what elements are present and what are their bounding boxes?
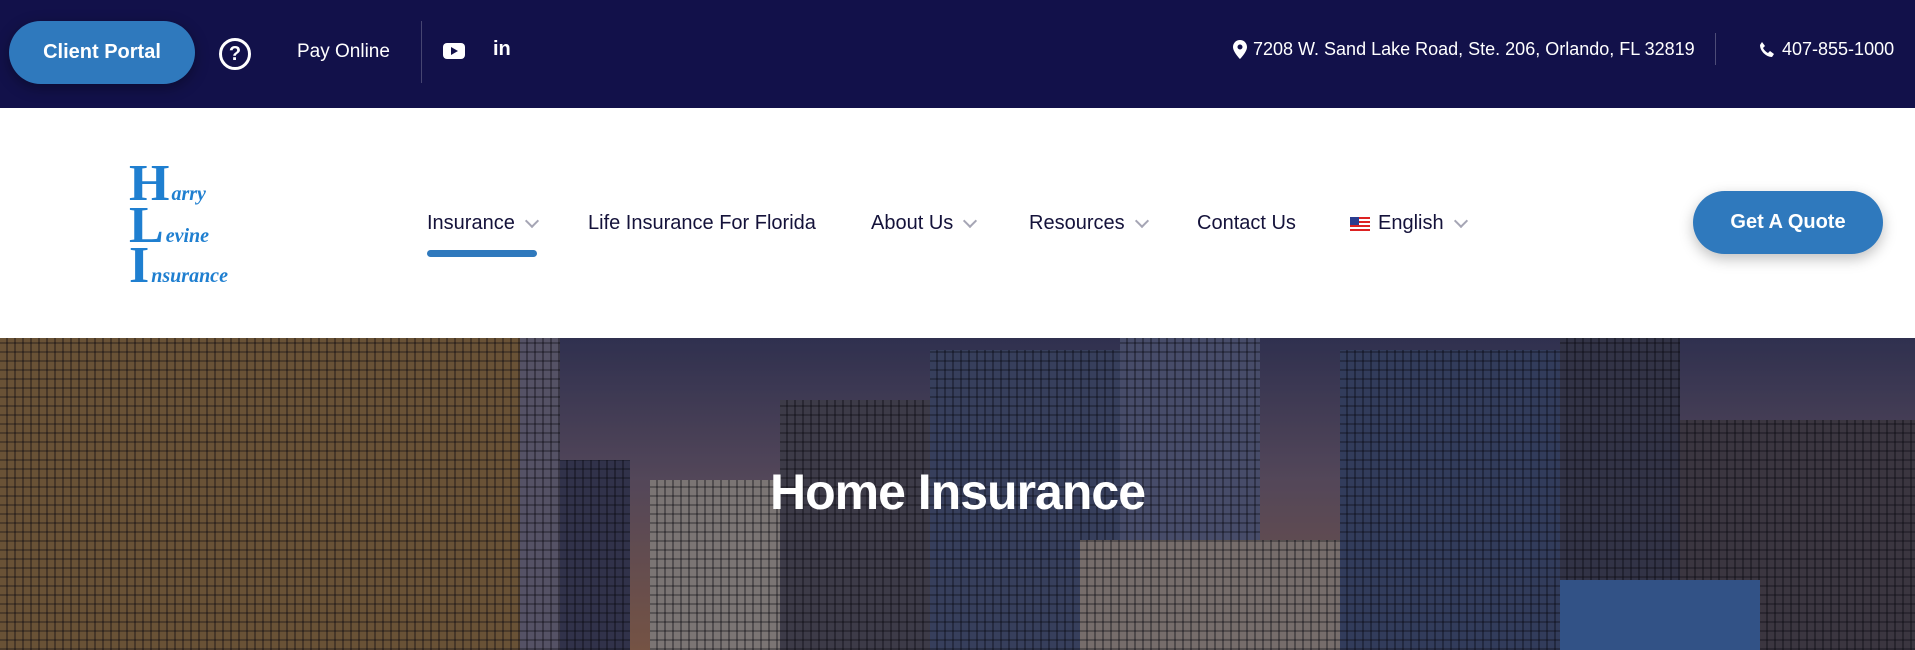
chevron-down-icon <box>1134 213 1149 228</box>
nav-resources[interactable]: Resources <box>1029 212 1149 235</box>
nav-label: Contact Us <box>1197 212 1296 234</box>
active-nav-indicator <box>427 250 537 257</box>
language-selector[interactable]: English <box>1350 212 1468 235</box>
phone-icon <box>1758 41 1776 59</box>
pay-online-link[interactable]: Pay Online <box>297 41 390 63</box>
logo[interactable]: H arry L evine I nsurance <box>129 158 254 292</box>
chevron-down-icon <box>963 213 978 228</box>
nav-label: Resources <box>1029 212 1125 234</box>
us-flag-icon <box>1350 216 1370 231</box>
chevron-down-icon <box>524 213 539 228</box>
nav-about-us[interactable]: About Us <box>871 212 978 235</box>
client-portal-button[interactable]: Client Portal <box>9 21 195 84</box>
divider <box>1715 33 1716 65</box>
nav-life-insurance[interactable]: Life Insurance For Florida <box>588 212 816 235</box>
address: 7208 W. Sand Lake Road, Ste. 206, Orland… <box>1233 39 1695 60</box>
youtube-icon[interactable] <box>443 43 465 59</box>
language-label: English <box>1378 212 1444 234</box>
nav-label: Life Insurance For Florida <box>588 212 816 234</box>
map-pin-icon <box>1233 40 1247 59</box>
divider <box>421 21 422 83</box>
get-a-quote-button[interactable]: Get A Quote <box>1693 191 1883 254</box>
linkedin-icon[interactable]: in <box>493 38 511 61</box>
nav-insurance[interactable]: Insurance <box>427 212 539 235</box>
page-title: Home Insurance <box>769 464 1146 520</box>
phone-text: 407-855-1000 <box>1782 39 1895 59</box>
site-header: H arry L evine I nsurance Insurance Life… <box>0 108 1915 338</box>
top-bar: Client Portal ? Pay Online in 7208 W. Sa… <box>0 0 1915 108</box>
logo-letter: I <box>129 237 150 294</box>
logo-text: nsurance <box>151 265 228 287</box>
nav-label: About Us <box>871 212 954 234</box>
phone-link[interactable]: 407-855-1000 <box>1758 39 1894 60</box>
help-icon[interactable]: ? <box>219 38 251 70</box>
nav-label: Insurance <box>427 212 515 234</box>
address-text: 7208 W. Sand Lake Road, Ste. 206, Orland… <box>1253 39 1695 59</box>
chevron-down-icon <box>1453 213 1468 228</box>
hero-banner: Home Insurance <box>0 338 1915 650</box>
nav-contact-us[interactable]: Contact Us <box>1197 212 1296 235</box>
